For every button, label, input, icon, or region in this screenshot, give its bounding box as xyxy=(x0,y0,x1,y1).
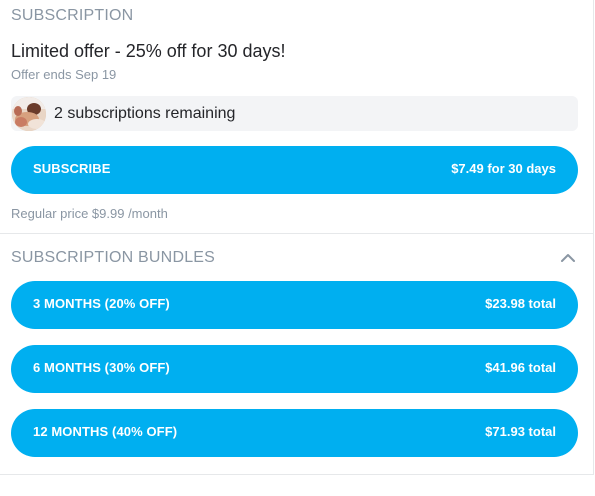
regular-price-text: Regular price $9.99 /month xyxy=(11,206,168,221)
bundle-total: $41.96 total xyxy=(485,360,556,375)
bundle-label: 12 MONTHS (40% off) xyxy=(33,424,178,439)
bundle-6-months-button[interactable]: 6 MONTHS (30% off) $41.96 total xyxy=(11,345,578,393)
chevron-up-icon[interactable] xyxy=(558,248,578,268)
bundle-3-months-button[interactable]: 3 MONTHS (20% off) $23.98 total xyxy=(11,281,578,329)
bundle-12-months-button[interactable]: 12 MONTHS (40% off) $71.93 total xyxy=(11,409,578,457)
subscription-section-title: SUBSCRIPTION xyxy=(11,7,134,24)
avatar xyxy=(12,97,46,131)
subscribe-button[interactable]: SUBSCRIBE $7.49 for 30 days xyxy=(11,146,578,194)
section-divider xyxy=(0,233,593,234)
subscription-card: SUBSCRIPTION Limited offer - 25% off for… xyxy=(0,0,594,475)
subscriptions-remaining-text: 2 subscriptions remaining xyxy=(54,105,236,122)
offer-title: Limited offer - 25% off for 30 days! xyxy=(11,41,286,61)
bundle-label: 6 MONTHS (30% off) xyxy=(33,360,170,375)
subscribe-button-price: $7.49 for 30 days xyxy=(451,161,556,176)
avatar-image xyxy=(12,97,46,131)
offer-ends-text: Offer ends Sep 19 xyxy=(11,67,117,82)
subscribe-button-label: SUBSCRIBE xyxy=(33,161,111,176)
bundles-section-title: SUBSCRIPTION BUNDLES xyxy=(11,249,216,266)
bundle-total: $71.93 total xyxy=(485,424,556,439)
subscriptions-remaining-panel: 2 subscriptions remaining xyxy=(11,96,578,131)
bundle-label: 3 MONTHS (20% off) xyxy=(33,296,170,311)
bundle-total: $23.98 total xyxy=(485,296,556,311)
